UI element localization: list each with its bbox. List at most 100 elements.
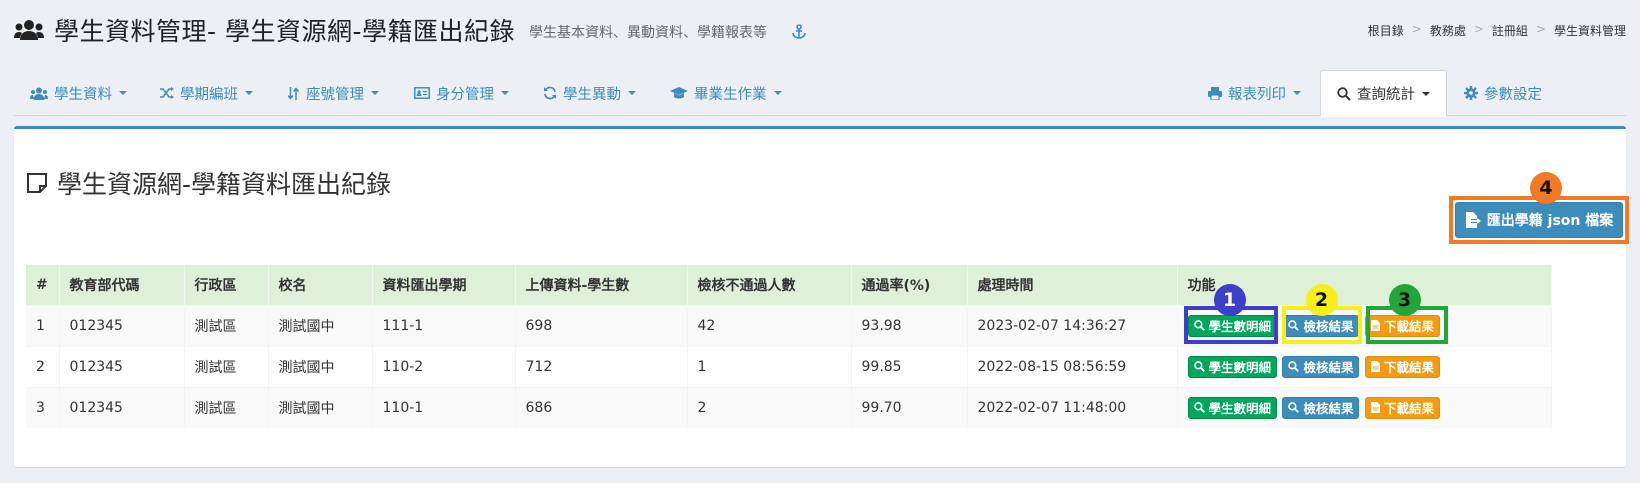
cell-index: 3 (26, 386, 60, 428)
anchor-icon[interactable] (791, 24, 807, 40)
breadcrumb-separator: > (1473, 22, 1484, 36)
caret-down-icon (1293, 91, 1301, 95)
nav-item-print-report[interactable]: 報表列印 (1192, 70, 1317, 116)
export-json-label: 匯出學籍 json 檔案 (1486, 213, 1614, 229)
nav-label: 座號管理 (306, 86, 364, 103)
table-row: 2 012345 測試區 測試國中 110-2 712 1 99.85 2022… (26, 345, 1552, 387)
cell-actions: 1 2 3 學生數明細 檢核結果 下載結果 (1177, 283, 1552, 346)
sticky-note-icon (26, 172, 48, 194)
annotation-badge-3: 3 (1388, 283, 1421, 316)
shuffle-icon (160, 87, 174, 99)
nav-label: 學生資料 (54, 86, 112, 103)
col-header-term: 資料匯出學期 (372, 265, 516, 305)
caret-down-icon (1422, 91, 1430, 96)
annotation-badge-1: 1 (1213, 283, 1246, 316)
nav-label: 學生異動 (563, 86, 621, 103)
nav-item-identity[interactable]: 身分管理 (398, 70, 525, 116)
cell-failed: 42 (687, 304, 852, 346)
btn-label: 下載結果 (1383, 401, 1434, 417)
breadcrumb-item-registry[interactable]: 註冊組 (1492, 22, 1528, 39)
breadcrumb: 根目錄 > 教務處 > 註冊組 > 學生資料管理 (1368, 22, 1626, 39)
cell-time: 2022-08-15 08:56:59 (967, 345, 1178, 387)
download-result-button[interactable]: 下載結果 (1364, 355, 1440, 378)
col-header-district: 行政區 (184, 265, 269, 305)
users-icon (14, 19, 44, 41)
gear-icon (1464, 86, 1478, 100)
page-header: 學生資料管理- 學生資源網-學籍匯出紀錄 學生基本資料、異動資料、學籍報表等 (14, 10, 807, 50)
cell-term: 110-1 (372, 386, 516, 428)
caret-down-icon (119, 91, 127, 95)
box-title: 學生資源網-學籍資料匯出紀錄 (26, 165, 391, 201)
print-icon (1208, 86, 1222, 100)
caret-down-icon (773, 91, 782, 95)
graduation-cap-icon (670, 86, 688, 100)
cell-district: 測試區 (184, 386, 269, 428)
cell-time: 2022-02-07 11:48:00 (967, 386, 1178, 428)
col-header-index: # (26, 265, 60, 305)
nav-label: 查詢統計 (1357, 87, 1415, 103)
cell-district: 測試區 (184, 304, 269, 346)
cell-time: 2023-02-07 14:36:27 (967, 304, 1178, 346)
col-header-students: 上傳資料-學生數 (515, 265, 688, 305)
caret-down-icon (371, 91, 379, 95)
nav-item-student-change[interactable]: 學生異動 (527, 70, 652, 116)
btn-label: 下載結果 (1383, 360, 1434, 375)
col-header-code: 教育部代碼 (59, 265, 185, 305)
cell-rate: 99.85 (851, 345, 968, 387)
col-header-rate: 通過率(%) (851, 265, 968, 305)
btn-label: 檢核結果 (1303, 360, 1354, 375)
cell-students: 698 (515, 304, 688, 346)
nav-item-class-assign[interactable]: 學期編班 (144, 70, 269, 116)
caret-down-icon (501, 91, 509, 95)
breadcrumb-separator: > (1411, 22, 1422, 36)
check-result-button[interactable]: 檢核結果 (1282, 355, 1360, 378)
student-detail-button[interactable]: 學生數明細 (1187, 355, 1278, 378)
cell-rate: 99.70 (851, 386, 968, 428)
btn-label: 檢核結果 (1303, 401, 1354, 417)
cell-district: 測試區 (184, 345, 269, 387)
page-subtitle: 學生基本資料、異動資料、學籍報表等 (529, 25, 767, 41)
cell-school: 測試國中 (268, 304, 373, 346)
nav-item-settings[interactable]: 參數設定 (1448, 70, 1558, 116)
cell-index: 2 (26, 345, 60, 387)
cell-students: 686 (515, 386, 688, 428)
cell-students: 712 (515, 345, 688, 387)
caret-down-icon (245, 91, 253, 95)
col-header-failed: 檢核不通過人數 (687, 265, 852, 305)
nav-label: 學期編班 (180, 86, 238, 103)
student-detail-button[interactable]: 學生數明細 (1187, 396, 1278, 419)
cell-school: 測試國中 (268, 386, 373, 428)
btn-label: 學生數明細 (1208, 401, 1272, 417)
users-icon (30, 87, 48, 100)
cell-actions: 學生數明細 檢核結果 下載結果 (1177, 386, 1552, 428)
cell-code: 012345 (59, 386, 185, 428)
download-result-button[interactable]: 下載結果 (1364, 396, 1440, 419)
breadcrumb-item-root[interactable]: 根目錄 (1368, 22, 1404, 39)
breadcrumb-item-current: 學生資料管理 (1553, 24, 1626, 38)
cell-rate: 93.98 (851, 304, 968, 346)
main-nav: 學生資料 學期編班 座號管理 身分管理 學生異動 畢業生作業 報表列印 查詢統計… (14, 70, 1626, 117)
nav-label: 報表列印 (1228, 86, 1286, 103)
nav-item-seat-number[interactable]: 座號管理 (272, 70, 395, 116)
caret-down-icon (628, 91, 636, 95)
id-card-icon (414, 87, 430, 99)
export-json-button[interactable]: 匯出學籍 json 檔案 (1455, 202, 1623, 238)
box-title-text: 學生資源網-學籍資料匯出紀錄 (57, 170, 392, 199)
cell-term: 111-1 (372, 304, 516, 346)
cell-code: 012345 (59, 304, 185, 346)
nav-item-student-data[interactable]: 學生資料 (14, 70, 143, 116)
sync-icon (543, 86, 557, 100)
cell-term: 110-2 (372, 345, 516, 387)
cell-failed: 2 (687, 386, 852, 428)
breadcrumb-item-academic[interactable]: 教務處 (1430, 22, 1466, 39)
table-row: 3 012345 測試區 測試國中 110-1 686 2 99.70 2022… (26, 386, 1552, 428)
nav-label: 身分管理 (436, 86, 494, 103)
export-log-table: # 教育部代碼 行政區 校名 資料匯出學期 上傳資料-學生數 檢核不通過人數 通… (26, 265, 1552, 428)
sort-icon (288, 86, 300, 100)
search-icon (1288, 361, 1300, 372)
search-icon (1288, 402, 1300, 414)
nav-item-graduates[interactable]: 畢業生作業 (654, 70, 798, 116)
check-result-button[interactable]: 檢核結果 (1282, 396, 1360, 419)
nav-item-query-stats[interactable]: 查詢統計 (1320, 70, 1447, 117)
cell-index: 1 (26, 304, 60, 346)
